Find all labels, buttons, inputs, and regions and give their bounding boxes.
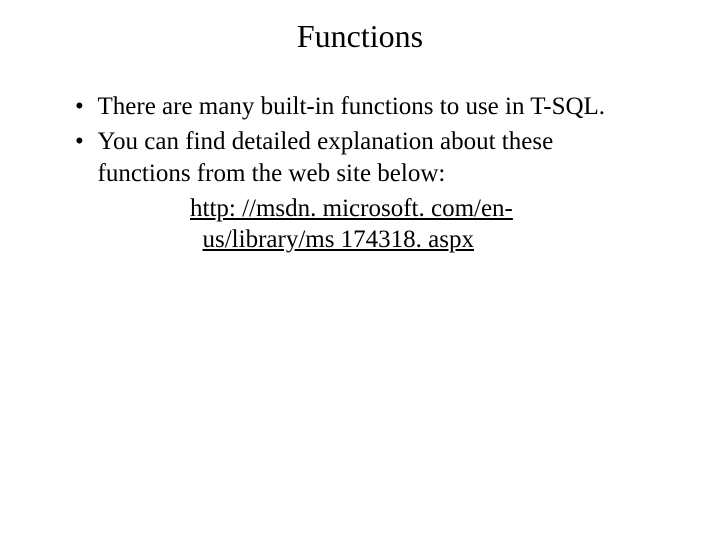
reference-link[interactable]: http: //msdn. microsoft. com/en-us/libra… (190, 195, 513, 253)
link-block: http: //msdn. microsoft. com/en-us/libra… (70, 193, 650, 256)
bullet-item: •You can find detailed explanation about… (70, 126, 650, 189)
bullet-text: There are many built-in functions to use… (98, 91, 648, 122)
slide-body: •There are many built-in functions to us… (0, 91, 720, 255)
link-line-1: http: //msdn. microsoft. com/en- (190, 195, 513, 222)
bullet-icon: • (70, 91, 98, 122)
page-title: Functions (0, 18, 720, 55)
bullet-icon: • (70, 126, 98, 157)
link-line-2: us/library/ms 174318. aspx (203, 226, 475, 253)
bullet-item: •There are many built-in functions to us… (70, 91, 650, 122)
bullet-text: You can find detailed explanation about … (98, 126, 648, 189)
slide: Functions •There are many built-in funct… (0, 18, 720, 540)
